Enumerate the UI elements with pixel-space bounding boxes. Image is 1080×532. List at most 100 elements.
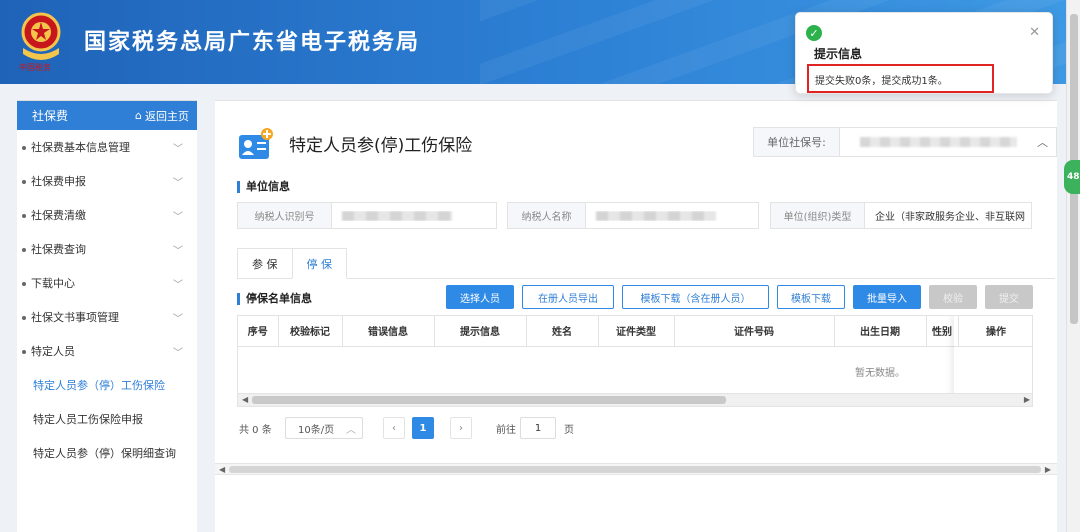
scrollbar-thumb[interactable] [252,396,726,404]
sidebar-subitem-enroll-detail-query[interactable]: 特定人员参（停）保明细查询 [17,436,197,470]
goto-page-input[interactable]: 1 [520,417,556,439]
table-header-row: 序号 校验标记 错误信息 提示信息 姓名 证件类型 证件号码 出生日期 性别 操… [238,316,1032,347]
goto-label: 前往 [496,424,516,436]
sidebar-item-label: 社保费申报 [31,175,86,188]
submit-button[interactable]: 提交 [985,285,1033,309]
sidebar: 社保费 ⌂ 返回主页 社保费基本信息管理 ﹀ 社保费申报 ﹀ 社保费清缴 ﹀ 社… [17,100,197,532]
bullet-icon [22,146,26,150]
notification-title: 提示信息 [814,47,863,61]
tab-bar: 参 保 停 保 [237,248,1055,279]
sidebar-item-declaration[interactable]: 社保费申报 ﹀ [17,164,197,198]
template-download-enrolled-button[interactable]: 模板下载（含在册人员） [622,285,769,309]
chevron-right-icon: › [459,422,463,434]
sidebar-item-documents[interactable]: 社保文书事项管理 ﹀ [17,300,197,334]
prev-page-button[interactable]: ‹ [383,417,405,439]
chevron-up-icon: ︿ [346,424,356,436]
page-title: 特定人员参(停)工伤保险 [289,136,473,156]
page-size-value: 10条/页 [298,424,335,436]
sidebar-title: 社保费 [32,109,69,123]
org-type-label: 单位(组织)类型 [771,203,865,228]
table-empty-row: 暂无数据。 [238,347,1032,393]
chevron-down-icon: ﹀ [173,143,183,155]
bullet-icon [22,214,26,218]
back-home-label: 返回主页 [145,109,189,123]
sidebar-item-label: 特定人员 [31,345,75,358]
sidebar-header: 社保费 ⌂ 返回主页 [17,101,197,130]
column-header: 提示信息 [434,316,527,347]
next-page-button[interactable]: › [450,417,472,439]
org-type-value: 企业（非家政服务企业、非互联网 [875,212,1025,223]
sidebar-item-payment[interactable]: 社保费清缴 ﹀ [17,198,197,232]
main-horizontal-scrollbar[interactable]: ◀ ▶ [215,463,1057,475]
pagination-total: 共 0 条 [239,424,272,436]
bullet-icon [22,248,26,252]
site-title: 国家税务总局广东省电子税务局 [84,30,421,55]
scroll-left-icon[interactable]: ◀ [219,464,225,475]
suspend-list-section-title: 停保名单信息 [237,293,312,305]
bullet-icon [22,316,26,320]
sidebar-item-label: 社保费清缴 [31,209,86,222]
org-type-field: 单位(组织)类型 企业（非家政服务企业、非互联网 [770,202,1032,229]
tab-suspend[interactable]: 停 保 [291,248,347,279]
person-add-icon [239,128,273,159]
taxpayer-name-field: 纳税人名称 [507,202,759,229]
bullet-icon [22,282,26,286]
chevron-down-icon: ﹀ [173,211,183,223]
sidebar-subitem-injury-enroll[interactable]: 特定人员参（停）工伤保险 [17,368,197,402]
suspend-list-table: 序号 校验标记 错误信息 提示信息 姓名 证件类型 证件号码 出生日期 性别 操… [237,315,1033,407]
empty-table-text: 暂无数据。 [855,367,905,379]
sidebar-item-downloads[interactable]: 下载中心 ﹀ [17,266,197,300]
table-horizontal-scrollbar[interactable]: ◀ ▶ [238,393,1032,406]
select-person-button[interactable]: 选择人员 [446,285,514,309]
scrollbar-thumb[interactable] [229,466,1041,473]
scroll-left-icon[interactable]: ◀ [242,394,248,406]
sidebar-subitem-injury-declare[interactable]: 特定人员工伤保险申报 [17,402,197,436]
chevron-up-icon: ︿ [1037,136,1048,149]
batch-import-button[interactable]: 批量导入 [853,285,921,309]
template-download-button[interactable]: 模板下载 [777,285,845,309]
chevron-up-icon: ﹀ [173,347,183,359]
column-header: 性别 [926,316,959,347]
sidebar-item-label: 下载中心 [31,277,75,290]
notification-message: 提交失败0条，提交成功1条。 [807,64,994,93]
sidebar-item-query[interactable]: 社保费查询 ﹀ [17,232,197,266]
sidebar-item-label: 社保文书事项管理 [31,311,119,324]
sidebar-item-special-persons[interactable]: 特定人员 ﹀ [17,334,197,368]
home-icon: ⌂ [135,109,142,122]
tax-emblem-logo: 中国税务 [19,12,61,72]
taxpayer-id-value [332,210,496,221]
side-floating-badge[interactable]: 48 [1064,160,1080,194]
column-header: 证件号码 [674,316,835,347]
taxpayer-id-field: 纳税人识别号 [237,202,497,229]
column-header: 姓名 [526,316,599,347]
sidebar-item-basic-info[interactable]: 社保费基本信息管理 ﹀ [17,130,197,164]
column-header: 校验标记 [278,316,343,347]
taxpayer-name-label: 纳税人名称 [508,203,586,228]
page-size-select[interactable]: 10条/页 ︿ [285,417,363,439]
unit-ssn-value-redacted [860,137,1017,147]
unit-info-section-title: 单位信息 [237,181,290,193]
column-header: 出生日期 [834,316,927,347]
tab-enroll[interactable]: 参 保 [237,248,293,279]
success-check-icon: ✓ [806,25,822,41]
unit-ssn-select[interactable]: 单位社保号: ︿ [753,127,1057,157]
page-suffix-label: 页 [564,424,574,436]
svg-text:中国税务: 中国税务 [19,62,51,72]
chevron-down-icon: ﹀ [173,279,183,291]
scroll-right-icon[interactable]: ▶ [1045,464,1051,475]
column-header: 序号 [238,316,279,347]
validate-button[interactable]: 校验 [929,285,977,309]
chevron-left-icon: ‹ [392,422,396,434]
sidebar-item-label: 社保费基本信息管理 [31,141,130,154]
column-header: 证件类型 [598,316,675,347]
notification-toast: ✓ ✕ 提示信息 提交失败0条，提交成功1条。 [795,12,1053,94]
taxpayer-name-value [586,210,758,221]
scroll-right-icon[interactable]: ▶ [1024,394,1030,406]
page-number-current[interactable]: 1 [412,417,434,439]
unit-ssn-label: 单位社保号: [754,128,840,156]
back-home-link[interactable]: ⌂ 返回主页 [135,108,189,124]
close-icon[interactable]: ✕ [1029,25,1040,40]
page-vertical-scrollbar[interactable] [1066,0,1080,532]
chevron-down-icon: ﹀ [173,245,183,257]
export-enrolled-button[interactable]: 在册人员导出 [522,285,614,309]
